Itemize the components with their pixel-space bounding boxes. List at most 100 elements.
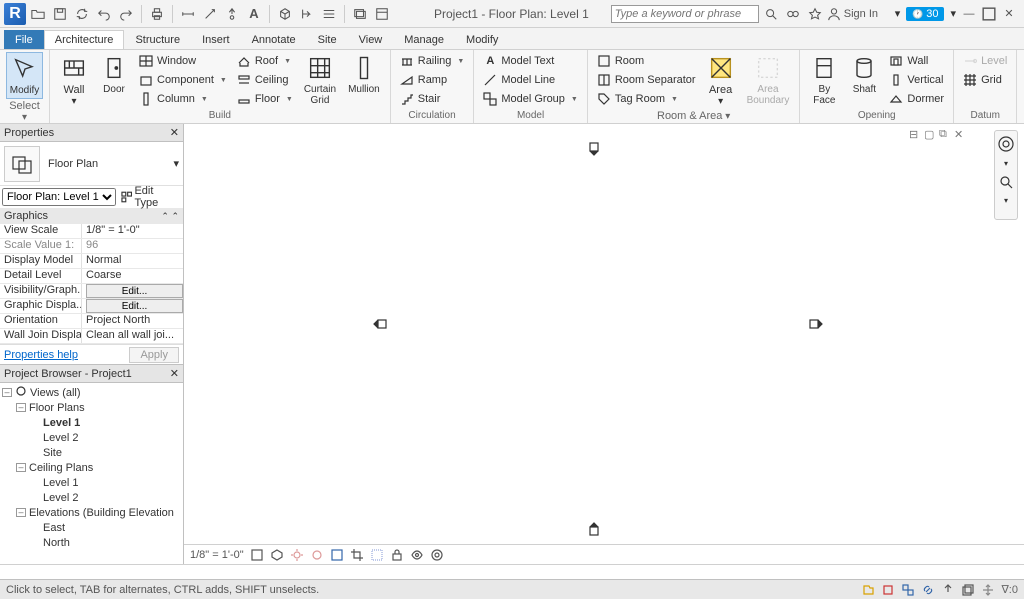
- worksets-icon[interactable]: [861, 583, 875, 597]
- elevation-marker-east[interactable]: [809, 317, 823, 331]
- tab-insert[interactable]: Insert: [191, 30, 241, 49]
- scale-display[interactable]: 1/8" = 1'-0": [190, 549, 244, 561]
- tree-item[interactable]: Level 2: [2, 430, 181, 445]
- sync-icon[interactable]: [72, 4, 92, 24]
- type-selector[interactable]: Floor Plan ▾: [0, 142, 183, 186]
- room-separator-button[interactable]: Room Separator: [594, 71, 699, 89]
- stair-button[interactable]: Stair: [397, 90, 468, 108]
- crop-visible-icon[interactable]: [370, 548, 384, 562]
- sun-path-icon[interactable]: [290, 548, 304, 562]
- wall-button[interactable]: Wall▾: [56, 52, 92, 109]
- switch-windows-icon[interactable]: [372, 4, 392, 24]
- tree-item[interactable]: Level 1: [2, 415, 181, 430]
- tab-annotate[interactable]: Annotate: [241, 30, 307, 49]
- tag-room-button[interactable]: Tag Room▼: [594, 90, 699, 108]
- properties-help-link[interactable]: Properties help: [4, 349, 78, 361]
- by-face-button[interactable]: By Face: [806, 52, 842, 108]
- undo-icon[interactable]: [94, 4, 114, 24]
- edit-type-button[interactable]: Edit Type: [118, 184, 181, 210]
- rendering-icon[interactable]: [330, 548, 344, 562]
- model-text-button[interactable]: AModel Text: [480, 52, 581, 70]
- steering-wheel-icon[interactable]: [997, 135, 1015, 153]
- dormer-button[interactable]: Dormer: [886, 90, 947, 108]
- vertical-opening-button[interactable]: Vertical: [886, 71, 947, 89]
- view-min-icon[interactable]: ⊟: [909, 128, 921, 140]
- navigation-bar[interactable]: ▾ ▾: [994, 130, 1018, 220]
- search-input[interactable]: [611, 5, 759, 23]
- search-icon[interactable]: [761, 4, 781, 24]
- instance-select[interactable]: Floor Plan: Level 1: [2, 188, 116, 206]
- tree-item[interactable]: East: [2, 520, 181, 535]
- model-group-button[interactable]: Model Group▼: [480, 90, 581, 108]
- tree-item[interactable]: –Elevations (Building Elevation: [2, 505, 181, 520]
- view-close-icon[interactable]: ✕: [954, 128, 966, 140]
- ceiling-button[interactable]: Ceiling: [234, 71, 296, 89]
- shadows-icon[interactable]: [310, 548, 324, 562]
- property-row[interactable]: Detail LevelCoarse: [0, 269, 183, 284]
- prop-edit-button[interactable]: Edit...: [86, 284, 183, 298]
- mullion-button[interactable]: Mullion: [344, 52, 384, 97]
- notification-badge[interactable]: 🕐 30: [906, 7, 944, 21]
- view-cascade-icon[interactable]: ⧉: [939, 128, 951, 140]
- save-icon[interactable]: [50, 4, 70, 24]
- print-icon[interactable]: [147, 4, 167, 24]
- tab-view[interactable]: View: [348, 30, 394, 49]
- ramp-button[interactable]: Ramp: [397, 71, 468, 89]
- door-button[interactable]: Door: [96, 52, 132, 97]
- filter-icon[interactable]: ∇:0: [1001, 583, 1018, 596]
- 3d-icon[interactable]: [275, 4, 295, 24]
- window-button[interactable]: Window: [136, 52, 230, 70]
- drawing-canvas[interactable]: ⊟ ▢ ⧉ ✕: [184, 124, 1006, 544]
- component-button[interactable]: Component▼: [136, 71, 230, 89]
- tree-item[interactable]: –Floor Plans: [2, 400, 181, 415]
- railing-button[interactable]: Railing▼: [397, 52, 468, 70]
- temp-hide-icon[interactable]: [410, 548, 424, 562]
- property-row[interactable]: View Scale1/8" = 1'-0": [0, 224, 183, 239]
- column-button[interactable]: Column▼: [136, 90, 230, 108]
- property-row[interactable]: Display ModelNormal: [0, 254, 183, 269]
- thin-lines-icon[interactable]: [319, 4, 339, 24]
- measure-icon[interactable]: [178, 4, 198, 24]
- tree-item[interactable]: –Ceiling Plans: [2, 460, 181, 475]
- comm-icon[interactable]: [783, 4, 803, 24]
- favorite-icon[interactable]: [805, 4, 825, 24]
- curtain-grid-button[interactable]: Curtain Grid: [300, 52, 340, 108]
- shaft-button[interactable]: Shaft: [846, 52, 882, 97]
- redo-icon[interactable]: [116, 4, 136, 24]
- reveal-icon[interactable]: [430, 548, 444, 562]
- maximize-icon[interactable]: [982, 7, 996, 21]
- minimize-icon[interactable]: —: [962, 7, 976, 21]
- tab-file[interactable]: File: [4, 30, 44, 49]
- roof-button[interactable]: Roof▼: [234, 52, 296, 70]
- elevation-marker-west[interactable]: [373, 317, 387, 331]
- dimension-icon[interactable]: [200, 4, 220, 24]
- tab-architecture[interactable]: Architecture: [44, 30, 125, 49]
- grid-button[interactable]: Grid: [960, 71, 1010, 89]
- modify-button[interactable]: Modify: [6, 52, 43, 99]
- close-windows-icon[interactable]: [350, 4, 370, 24]
- editable-icon[interactable]: [881, 583, 895, 597]
- area-button[interactable]: Area▾: [703, 52, 739, 109]
- prop-edit-button[interactable]: Edit...: [86, 299, 183, 313]
- tab-site[interactable]: Site: [307, 30, 348, 49]
- elevation-marker-north[interactable]: [587, 142, 601, 156]
- open-icon[interactable]: [28, 4, 48, 24]
- close-browser-icon[interactable]: ✕: [170, 367, 179, 380]
- tree-item[interactable]: Level 2: [2, 490, 181, 505]
- zoom-icon[interactable]: [998, 174, 1014, 190]
- sign-in-button[interactable]: Sign In: [827, 7, 878, 21]
- design-options-icon[interactable]: [901, 583, 915, 597]
- tab-manage[interactable]: Manage: [393, 30, 455, 49]
- section-icon[interactable]: [297, 4, 317, 24]
- tab-modify[interactable]: Modify: [455, 30, 509, 49]
- link-icon[interactable]: [921, 583, 935, 597]
- elevation-marker-south[interactable]: [587, 522, 601, 536]
- close-icon[interactable]: ✕: [1002, 7, 1016, 21]
- tree-item[interactable]: North: [2, 535, 181, 550]
- property-row[interactable]: Wall Join DisplayClean all wall joi...: [0, 329, 183, 344]
- property-row[interactable]: OrientationProject North: [0, 314, 183, 329]
- select-underlay-icon[interactable]: [961, 583, 975, 597]
- crop-icon[interactable]: [350, 548, 364, 562]
- property-row[interactable]: Graphic Displa...Edit...: [0, 299, 183, 314]
- property-row[interactable]: Scale Value 1:96: [0, 239, 183, 254]
